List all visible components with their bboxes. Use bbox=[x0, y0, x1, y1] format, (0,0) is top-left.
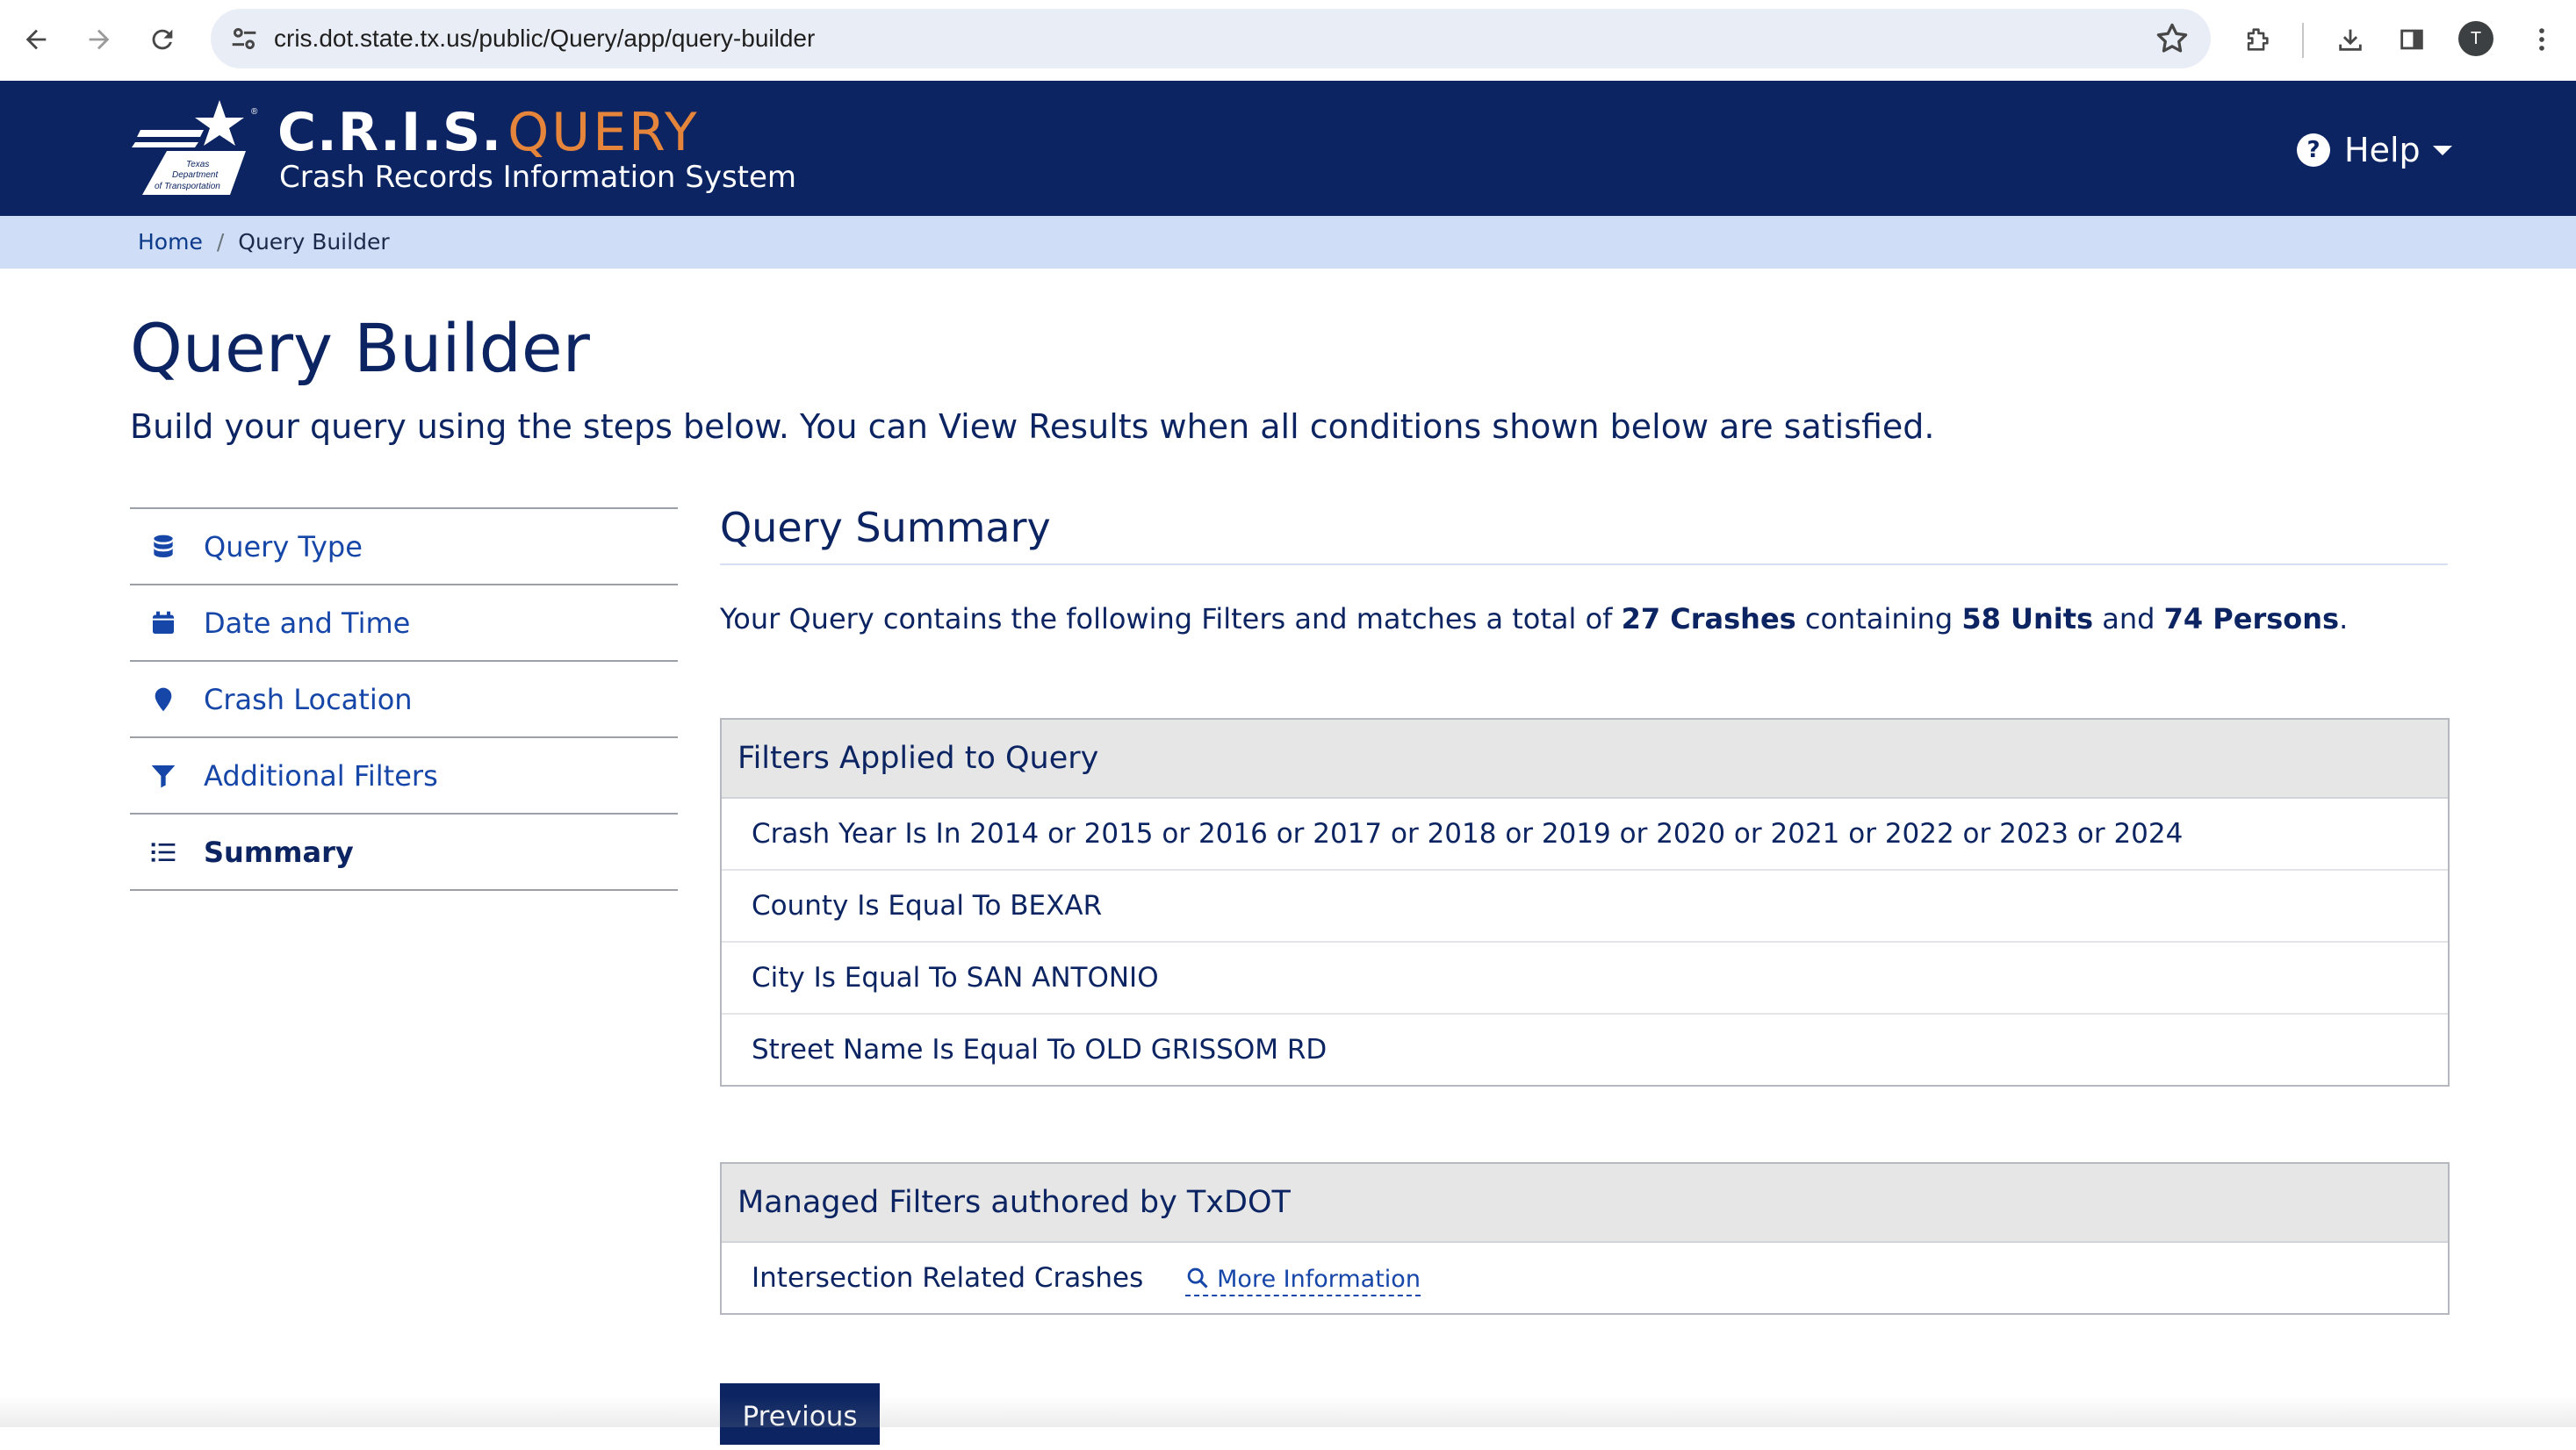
more-menu-icon[interactable] bbox=[2522, 19, 2562, 60]
filters-applied-panel: Filters Applied to Query Crash Year Is I… bbox=[720, 718, 2450, 1087]
bookmark-star-icon[interactable] bbox=[2153, 19, 2191, 58]
sidebar-item-additional-filters[interactable]: Additional Filters bbox=[130, 738, 678, 815]
filter-row: City Is Equal To SAN ANTONIO bbox=[722, 943, 2448, 1015]
more-information-link[interactable]: More Information bbox=[1185, 1266, 1421, 1296]
site-settings-icon[interactable] bbox=[227, 21, 262, 56]
page-lead: Build your query using the steps below. … bbox=[130, 407, 1935, 446]
svg-text:Department: Department bbox=[172, 170, 219, 180]
side-panel-icon[interactable] bbox=[2392, 19, 2432, 60]
breadcrumb-home-link[interactable]: Home bbox=[138, 229, 203, 255]
address-bar[interactable]: cris.dot.state.tx.us/public/Query/app/qu… bbox=[211, 9, 2211, 68]
help-question-icon: ? bbox=[2297, 133, 2330, 167]
sidebar-item-date-and-time[interactable]: Date and Time bbox=[130, 585, 678, 662]
managed-filters-panel: Managed Filters authored by TxDOT Inters… bbox=[720, 1162, 2450, 1315]
sidebar-item-summary[interactable]: Summary bbox=[130, 815, 678, 891]
managed-filters-header: Managed Filters authored by TxDOT bbox=[722, 1164, 2448, 1243]
person-count: 74 Persons bbox=[2163, 602, 2340, 635]
sidebar-item-label: Summary bbox=[204, 835, 354, 869]
summary-text-end: . bbox=[2339, 602, 2349, 635]
back-arrow-icon[interactable] bbox=[16, 19, 56, 60]
toolbar-divider bbox=[2302, 23, 2304, 58]
calendar-icon bbox=[149, 609, 177, 637]
txdot-logo[interactable]: Texas Department of Transportation ® bbox=[132, 97, 263, 195]
brand-query-text: QUERY bbox=[507, 102, 700, 163]
sidebar-item-crash-location[interactable]: Crash Location bbox=[130, 662, 678, 738]
extensions-icon[interactable] bbox=[2237, 19, 2277, 60]
search-icon bbox=[1187, 1267, 1208, 1288]
summary-text-mid1: containing bbox=[1804, 602, 1954, 635]
more-information-label: More Information bbox=[1217, 1266, 1421, 1293]
svg-text:®: ® bbox=[251, 107, 258, 117]
browser-toolbar: cris.dot.state.tx.us/public/Query/app/qu… bbox=[0, 0, 2576, 81]
unit-count: 58 Units bbox=[1961, 602, 2094, 635]
previous-button[interactable]: Previous bbox=[720, 1383, 880, 1445]
summary-description: Your Query contains the following Filter… bbox=[720, 602, 2348, 635]
managed-filter-row: Intersection Related Crashes More Inform… bbox=[722, 1243, 2448, 1313]
database-icon bbox=[149, 533, 177, 561]
sidebar-item-label: Crash Location bbox=[204, 682, 413, 716]
sidebar-item-label: Additional Filters bbox=[204, 758, 438, 793]
filters-applied-header: Filters Applied to Query bbox=[722, 720, 2448, 799]
download-icon[interactable] bbox=[2330, 19, 2371, 60]
caret-down-icon bbox=[2432, 145, 2452, 155]
sidebar-item-label: Query Type bbox=[204, 529, 363, 563]
help-label: Help bbox=[2344, 131, 2421, 169]
sidebar-item-label: Date and Time bbox=[204, 606, 411, 640]
filter-row: Crash Year Is In 2014 or 2015 or 2016 or… bbox=[722, 799, 2448, 871]
svg-text:Texas: Texas bbox=[186, 160, 209, 169]
svg-text:of Transportation: of Transportation bbox=[155, 182, 220, 191]
crash-count: 27 Crashes bbox=[1621, 602, 1796, 635]
breadcrumb-current: Query Builder bbox=[238, 229, 390, 255]
profile-avatar[interactable]: T bbox=[2458, 21, 2493, 56]
help-menu-button[interactable]: ? Help bbox=[2297, 130, 2452, 170]
forward-arrow-icon[interactable] bbox=[79, 19, 119, 60]
filter-icon bbox=[149, 762, 177, 790]
summary-divider bbox=[720, 563, 2448, 565]
brand-title[interactable]: C.R.I.S. QUERY bbox=[277, 102, 700, 163]
brand-main-text: C.R.I.S. bbox=[277, 102, 503, 163]
breadcrumb-separator: / bbox=[216, 229, 225, 255]
list-icon bbox=[149, 838, 177, 866]
summary-text-mid2: and bbox=[2102, 602, 2155, 635]
url-text[interactable]: cris.dot.state.tx.us/public/Query/app/qu… bbox=[274, 9, 815, 68]
breadcrumb: Home / Query Builder bbox=[0, 216, 2576, 269]
filter-row: County Is Equal To BEXAR bbox=[722, 871, 2448, 943]
site-header: Texas Department of Transportation ® C.R… bbox=[0, 81, 2576, 216]
brand-subtitle: Crash Records Information System bbox=[279, 160, 797, 195]
filter-row: Street Name Is Equal To OLD GRISSOM RD bbox=[752, 1034, 1328, 1066]
viewport-edge-shadow bbox=[0, 1396, 2576, 1427]
summary-heading: Query Summary bbox=[720, 504, 1051, 551]
map-pin-icon bbox=[149, 686, 177, 714]
query-steps-nav: Query Type Date and Time Crash Location … bbox=[130, 507, 678, 891]
page-title: Query Builder bbox=[130, 309, 590, 387]
sidebar-item-query-type[interactable]: Query Type bbox=[130, 509, 678, 585]
summary-text-prefix: Your Query contains the following Filter… bbox=[720, 602, 1613, 635]
reload-icon[interactable] bbox=[142, 19, 183, 60]
managed-filter-label: Intersection Related Crashes bbox=[752, 1262, 1144, 1294]
